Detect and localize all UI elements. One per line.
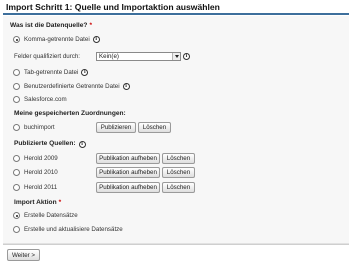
qualifier-label: Felder qualifiziert durch: (14, 53, 81, 60)
radio-button[interactable] (13, 96, 20, 103)
required-marker: * (89, 22, 93, 29)
delete-button[interactable]: Löschen (162, 167, 195, 178)
info-icon[interactable]: i (81, 69, 89, 76)
publish-button[interactable]: Publizieren (96, 122, 136, 133)
import-action-heading: Import Aktion * (14, 199, 61, 206)
radio-button[interactable] (13, 212, 20, 219)
qualifier-select[interactable]: Kein(e) (96, 52, 181, 61)
radio-label: Herold 2011 (24, 184, 58, 191)
title-divider (3, 13, 349, 15)
radio-option-herold-2011[interactable]: Herold 2011 (13, 184, 57, 191)
radio-label: Herold 2010 (24, 169, 58, 176)
saved-mappings-heading: Meine gespeicherten Zuordnungen: (14, 110, 126, 117)
published-sources-heading-text: Publizierte Quellen: (14, 140, 76, 147)
delete-button[interactable]: Löschen (162, 153, 195, 164)
footer-divider (3, 244, 349, 245)
radio-button[interactable] (13, 69, 20, 76)
info-icon[interactable]: i (183, 53, 190, 60)
delete-button[interactable]: Löschen (162, 182, 195, 193)
radio-label: Tab-getrennte Datei (24, 69, 79, 76)
radio-label: Herold 2009 (24, 155, 58, 162)
import-action-heading-text: Import Aktion (14, 199, 57, 206)
radio-option-herold-2009[interactable]: Herold 2009 (13, 155, 58, 162)
info-icon[interactable]: i (92, 36, 100, 43)
radio-button[interactable] (13, 124, 20, 131)
radio-label: Erstelle und aktualisiere Datensätze (24, 226, 123, 233)
page-title: Import Schritt 1: Quelle und Importaktio… (6, 2, 220, 12)
chevron-down-icon[interactable] (172, 53, 180, 60)
data-source-heading-text: Was ist die Datenquelle? (10, 22, 88, 29)
unpublish-button[interactable]: Publikation aufheben (96, 182, 160, 193)
radio-option-herold-2010[interactable]: Herold 2010 (13, 169, 58, 176)
radio-option-create-update[interactable]: Erstelle und aktualisiere Datensätze (13, 226, 123, 233)
radio-option-salesforce[interactable]: Salesforce.com (13, 96, 67, 103)
radio-option-tab[interactable]: Tab-getrennte Datei i (13, 69, 89, 76)
next-button[interactable]: Weiter > (7, 249, 40, 261)
radio-option-buchimport[interactable]: buchimport (13, 124, 55, 131)
radio-option-create[interactable]: Erstelle Datensätze (13, 212, 78, 219)
radio-label: Komma-getrennte Datei (24, 36, 90, 43)
required-marker: * (58, 199, 62, 206)
radio-label: Salesforce.com (24, 96, 67, 103)
radio-button[interactable] (13, 184, 20, 191)
info-icon[interactable]: i (122, 83, 130, 90)
radio-button[interactable] (13, 226, 20, 233)
radio-button[interactable] (13, 155, 20, 162)
radio-button[interactable] (13, 169, 20, 176)
delete-button[interactable]: Löschen (138, 122, 171, 133)
radio-button[interactable] (13, 83, 20, 90)
qualifier-select-value: Kein(e) (99, 53, 119, 60)
unpublish-button[interactable]: Publikation aufheben (96, 153, 160, 164)
radio-button[interactable] (13, 36, 20, 43)
radio-option-custom[interactable]: Benutzerdefinierte Getrennte Datei i (13, 83, 130, 90)
radio-label: Benutzerdefinierte Getrennte Datei (24, 83, 120, 90)
unpublish-button[interactable]: Publikation aufheben (96, 167, 160, 178)
published-sources-heading: Publizierte Quellen: i (14, 140, 86, 148)
radio-option-komma[interactable]: Komma-getrennte Datei i (13, 36, 100, 43)
data-source-heading: Was ist die Datenquelle? * (10, 22, 92, 29)
radio-label: Erstelle Datensätze (24, 212, 78, 219)
radio-label: buchimport (24, 124, 55, 131)
info-icon[interactable]: i (78, 141, 86, 148)
